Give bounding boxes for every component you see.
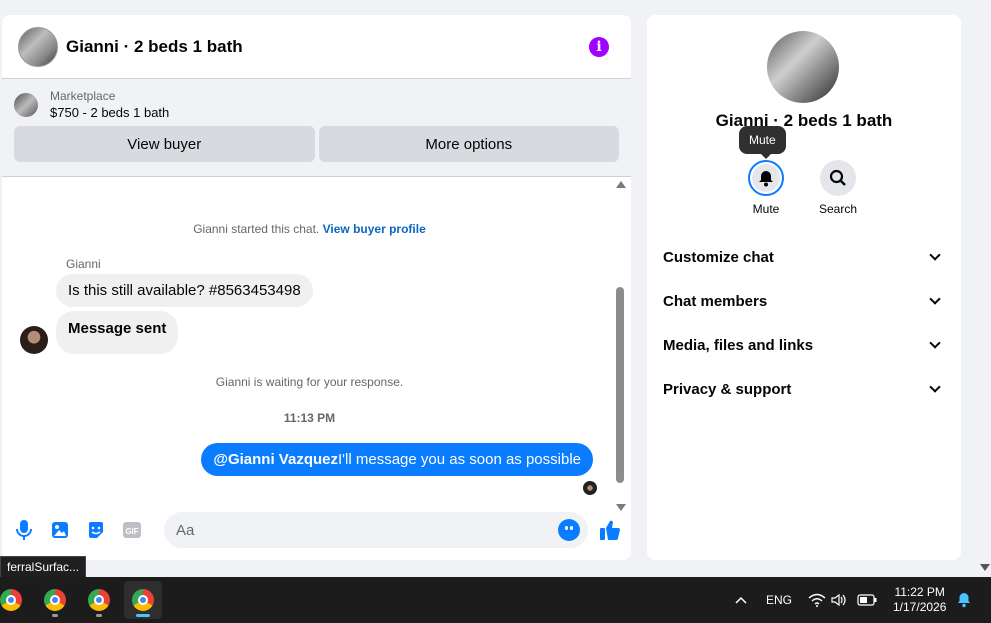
chevron-down-icon: [929, 337, 941, 349]
view-buyer-button[interactable]: View buyer: [14, 126, 315, 162]
taskbar-chrome-app[interactable]: [0, 581, 30, 619]
mute-tooltip: Mute: [739, 126, 786, 159]
message-timestamp: 11:13 PM: [283, 411, 336, 425]
listing-thumbnail[interactable]: [14, 92, 38, 117]
info-icon[interactable]: i: [589, 36, 609, 57]
info-title: Gianni · 2 beds 1 bath: [715, 111, 893, 130]
image-icon[interactable]: [50, 520, 70, 540]
listing-price[interactable]: $750 - 2 beds 1 bath: [50, 105, 169, 120]
chat-avatar[interactable]: [18, 26, 58, 67]
chat-members-item[interactable]: Chat members: [663, 279, 945, 323]
taskbar-chrome-app[interactable]: [36, 581, 74, 619]
wifi-icon[interactable]: [808, 577, 826, 623]
search-icon: [820, 160, 856, 196]
mention[interactable]: @Gianni Vazquez: [213, 451, 338, 468]
chat-header: Gianni · 2 beds 1 bath i: [2, 15, 631, 79]
seen-avatar: [583, 481, 597, 495]
composer: GIF Aa: [2, 510, 631, 550]
bell-icon: [748, 160, 784, 196]
taskbar-chrome-app[interactable]: [80, 581, 118, 619]
chat-started-notice: Gianni started this chat. View buyer pro…: [193, 222, 426, 236]
chat-panel: Gianni · 2 beds 1 bath i Marketplace $75…: [2, 15, 631, 560]
chrome-icon: [44, 589, 66, 611]
message-input[interactable]: Aa: [164, 512, 588, 548]
microphone-icon[interactable]: [14, 520, 34, 540]
scroll-up-arrow[interactable]: [616, 181, 626, 188]
page-scroll-down-arrow[interactable]: [980, 564, 990, 571]
svg-text:GIF: GIF: [125, 527, 138, 536]
taskbar-clock[interactable]: 11:22 PM 1/17/2026: [893, 585, 946, 615]
volume-icon[interactable]: [831, 577, 847, 623]
chevron-down-icon: [929, 249, 941, 261]
chevron-up-icon: [735, 596, 747, 604]
scroll-thumb[interactable]: [616, 287, 624, 483]
message-list[interactable]: Gianni started this chat. View buyer pro…: [2, 177, 617, 507]
chat-info-panel: Gianni · 2 beds 1 bath Mute Search Mute …: [647, 15, 961, 560]
marketplace-label: Marketplace: [50, 89, 116, 103]
media-files-links-item[interactable]: Media, files and links: [663, 323, 945, 367]
privacy-support-item[interactable]: Privacy & support: [663, 367, 945, 411]
thumbs-up-icon[interactable]: [598, 518, 622, 542]
notification-bell-icon[interactable]: [956, 577, 972, 623]
outgoing-message-bubble[interactable]: @Gianni VazquezI'll message you as soon …: [201, 443, 593, 476]
more-options-button[interactable]: More options: [318, 126, 619, 162]
emoji-icon[interactable]: [558, 519, 580, 541]
marketplace-banner: Marketplace $750 - 2 beds 1 bath View bu…: [2, 79, 631, 177]
gif-icon[interactable]: GIF: [122, 520, 142, 540]
info-avatar[interactable]: [767, 31, 839, 103]
sender-name: Gianni: [66, 257, 101, 271]
chrome-icon: [132, 589, 154, 611]
sender-avatar[interactable]: [20, 326, 48, 354]
battery-icon[interactable]: [857, 577, 877, 623]
chrome-icon: [0, 589, 22, 611]
chat-title[interactable]: Gianni · 2 beds 1 bath: [66, 37, 589, 57]
chevron-down-icon: [929, 381, 941, 393]
sticker-icon[interactable]: [86, 520, 106, 540]
message-bubble[interactable]: Is this still available? #8563453498: [56, 274, 313, 307]
mute-button[interactable]: Mute: [736, 160, 796, 216]
show-hidden-icons[interactable]: [734, 577, 748, 623]
customize-chat-item[interactable]: Customize chat: [663, 235, 945, 279]
chrome-icon: [88, 589, 110, 611]
view-buyer-profile-link[interactable]: View buyer profile: [323, 222, 426, 236]
chevron-down-icon: [929, 293, 941, 305]
taskbar-chrome-app-active[interactable]: [124, 581, 162, 619]
language-indicator[interactable]: ENG: [766, 577, 792, 623]
chat-scrollbar[interactable]: [615, 181, 626, 511]
message-bubble[interactable]: Message sent: [56, 311, 179, 354]
taskbar: ENG 11:22 PM 1/17/2026: [0, 577, 991, 623]
taskbar-hover-label: ferralSurfac...: [0, 556, 87, 578]
search-button[interactable]: Search: [808, 160, 868, 216]
waiting-notice: Gianni is waiting for your response.: [215, 375, 404, 389]
